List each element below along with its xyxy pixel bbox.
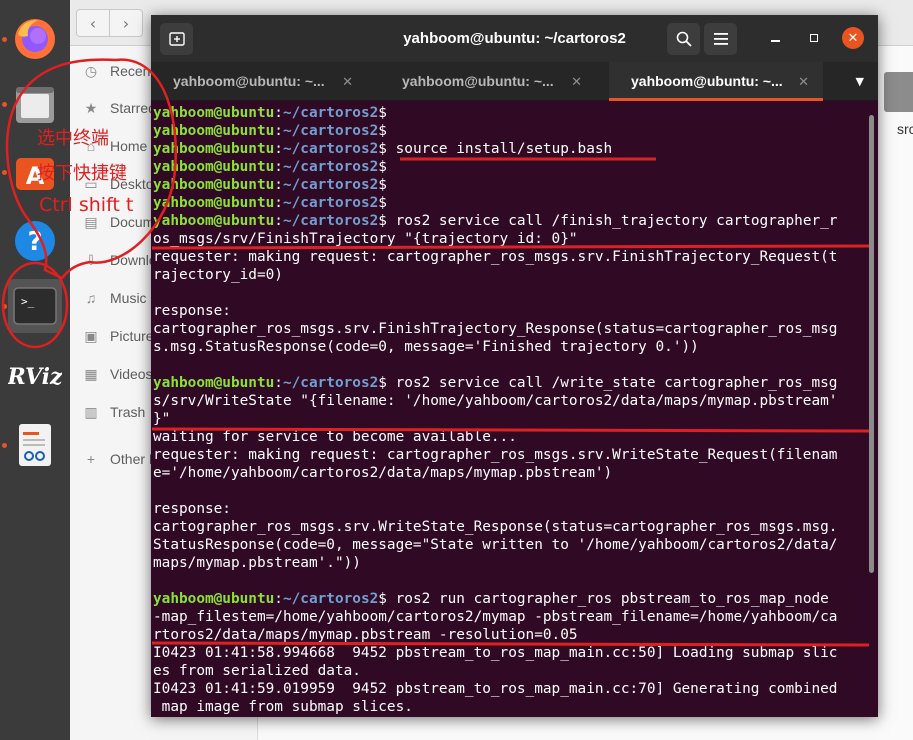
annotation-line-2: 按下快捷键 [37,163,127,184]
underline-map-node [151,641,870,647]
annotation-overlay [1,58,870,647]
underline-write-state [151,427,870,433]
annotation-line-3: Ctrl shift t [39,194,134,216]
annotation-line-1: 选中终端 [37,128,109,149]
terminal-icon-highlight [1,261,69,349]
underline-finish-trajectory [151,244,870,250]
